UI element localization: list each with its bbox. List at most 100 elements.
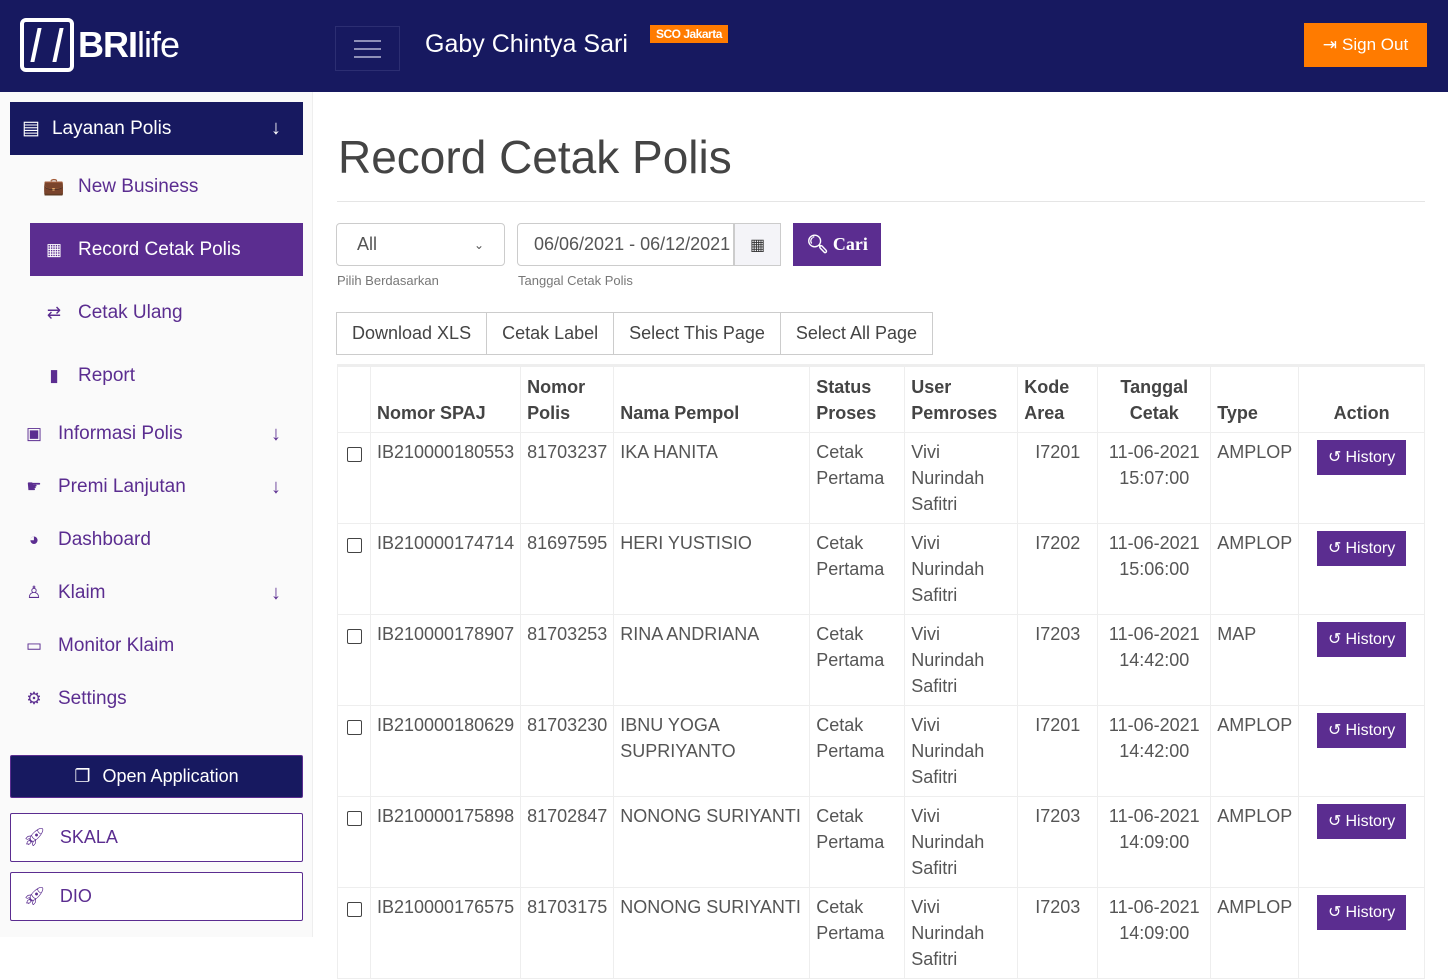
- sidebar-item-monitor-klaim[interactable]: ▭ Monitor Klaim: [20, 626, 174, 666]
- gauge-icon: ◕: [28, 530, 40, 549]
- top-header: BRIlife Gaby Chintya Sari SCO Jakarta ⇥ S…: [0, 0, 1448, 92]
- col-tanggal-cetak: Tanggal Cetak: [1097, 364, 1212, 433]
- row-select-cell: [337, 523, 371, 615]
- history-icon: ↺: [1328, 903, 1342, 921]
- sidebar-item-klaim[interactable]: ♙ Klaim ↓: [20, 573, 303, 613]
- history-icon: ↺: [1328, 448, 1342, 466]
- action-cell: ↺ History: [1298, 614, 1425, 706]
- row-checkbox[interactable]: [347, 720, 362, 735]
- brilife-logo[interactable]: BRIlife: [20, 18, 180, 72]
- row-checkbox[interactable]: [347, 538, 362, 553]
- chevron-down-icon: ⌄: [473, 237, 484, 252]
- sidebar-item-dashboard[interactable]: ◕ Dashboard: [20, 520, 151, 560]
- warehouse-icon: ▤: [22, 118, 40, 139]
- tanggal-cetak: 11-06-2021 14:09:00: [1097, 887, 1212, 979]
- nama-pempol: RINA ANDRIANA: [613, 614, 811, 706]
- row-checkbox[interactable]: [347, 629, 362, 644]
- arrow-down-icon: ↓: [271, 475, 281, 498]
- col-nomor-polis: Nomor Polis: [520, 364, 615, 433]
- col-kode-area: Kode Area: [1017, 364, 1099, 433]
- kode-area: I7203: [1017, 614, 1099, 706]
- users-cog-icon: ⚙: [26, 689, 42, 708]
- col-type: Type: [1210, 364, 1300, 433]
- nama-pempol: NONONG SURIYANTI: [613, 796, 811, 888]
- dio-link[interactable]: 🚀︎ DIO: [10, 872, 303, 921]
- table-row: IB210000180553 81703237 IKA HANITA Cetak…: [337, 432, 1425, 524]
- history-button[interactable]: ↺ History: [1317, 804, 1407, 839]
- col-nama-pempol: Nama Pempol: [613, 364, 811, 433]
- book-icon: ▮: [49, 366, 59, 385]
- skala-link[interactable]: 🚀︎ SKALA: [10, 813, 303, 862]
- type: AMPLOP: [1210, 523, 1300, 615]
- calendar-icon[interactable]: ▦: [734, 223, 781, 266]
- kode-area: I7201: [1017, 705, 1099, 797]
- record-table: Nomor SPAJ Nomor Polis Nama Pempol Statu…: [337, 364, 1425, 979]
- type: AMPLOP: [1210, 432, 1300, 524]
- sidebar-item-premi-lanjutan[interactable]: ☛ Premi Lanjutan ↓: [20, 467, 303, 507]
- filter-select[interactable]: All ⌄: [336, 223, 505, 266]
- arrow-down-icon: ↓: [271, 422, 281, 445]
- user-pemroses: Vivi Nurindah Safitri: [904, 614, 1019, 706]
- select-this-page-button[interactable]: Select This Page: [613, 312, 781, 355]
- sidebar-item-cetak-ulang[interactable]: ⇄ Cetak Ulang: [40, 293, 183, 333]
- table-row: IB210000174714 81697595 HERI YUSTISIO Ce…: [337, 523, 1425, 615]
- kode-area: I7203: [1017, 796, 1099, 888]
- history-icon: ↺: [1328, 539, 1342, 557]
- status-proses: Cetak Pertama: [809, 523, 906, 615]
- type: AMPLOP: [1210, 796, 1300, 888]
- open-application-button[interactable]: ❐ Open Application: [10, 755, 303, 798]
- arrow-down-icon: ↓: [271, 581, 281, 604]
- user-pemroses: Vivi Nurindah Safitri: [904, 432, 1019, 524]
- search-icon: 🔍︎: [806, 234, 829, 254]
- sidebar-item-report[interactable]: ▮ Report: [40, 356, 135, 396]
- table-row: IB210000176575 81703175 NONONG SURIYANTI…: [337, 887, 1425, 979]
- nama-pempol: NONONG SURIYANTI: [613, 887, 811, 979]
- desktop-icon: ▭: [25, 636, 43, 655]
- sidebar-item-new-business[interactable]: 💼 New Business: [40, 167, 198, 207]
- type: MAP: [1210, 614, 1300, 706]
- user-pemroses: Vivi Nurindah Safitri: [904, 705, 1019, 797]
- sidebar-item-informasi-polis[interactable]: ▣ Informasi Polis ↓: [20, 414, 303, 454]
- history-button[interactable]: ↺ History: [1317, 895, 1407, 930]
- kode-area: I7202: [1017, 523, 1099, 615]
- user-pemroses: Vivi Nurindah Safitri: [904, 796, 1019, 888]
- action-cell: ↺ History: [1298, 705, 1425, 797]
- nomor-spaj: IB210000175898: [369, 796, 522, 888]
- nomor-polis: 81703230: [520, 705, 615, 797]
- history-icon: ↺: [1328, 630, 1342, 648]
- col-user-pemroses: User Pemroses: [904, 364, 1019, 433]
- arrow-down-icon: ↓: [271, 117, 281, 139]
- kode-area: I7203: [1017, 887, 1099, 979]
- nama-pempol: IKA HANITA: [613, 432, 811, 524]
- date-range-input[interactable]: 06/06/2021 - 06/12/2021: [517, 223, 734, 266]
- history-button[interactable]: ↺ History: [1317, 440, 1407, 475]
- cetak-label-button[interactable]: Cetak Label: [486, 312, 615, 355]
- nomor-spaj: IB210000174714: [369, 523, 522, 615]
- nomor-polis: 81703253: [520, 614, 615, 706]
- sign-out-button[interactable]: ⇥ Sign Out: [1304, 23, 1427, 67]
- row-checkbox[interactable]: [347, 811, 362, 826]
- tanggal-cetak: 11-06-2021 14:42:00: [1097, 614, 1212, 706]
- action-cell: ↺ History: [1298, 432, 1425, 524]
- sidebar-item-record-cetak-polis[interactable]: ▦ Record Cetak Polis: [30, 223, 303, 276]
- sidebar-item-settings[interactable]: ⚙ Settings: [20, 679, 126, 719]
- nomor-spaj: IB210000180553: [369, 432, 522, 524]
- history-button[interactable]: ↺ History: [1317, 531, 1407, 566]
- select-hint: Pilih Berdasarkan: [337, 273, 439, 288]
- sidebar: ▤ Layanan Polis ↓ 💼 New Business ▦ Record Ce…: [0, 92, 313, 937]
- tanggal-cetak: 11-06-2021 15:06:00: [1097, 523, 1212, 615]
- menu-toggle-button[interactable]: [335, 26, 400, 71]
- select-all-page-button[interactable]: Select All Page: [779, 312, 933, 355]
- row-select-cell: [337, 432, 371, 524]
- sidebar-section-layanan-polis[interactable]: ▤ Layanan Polis ↓: [10, 102, 303, 155]
- row-checkbox[interactable]: [347, 902, 362, 917]
- history-button[interactable]: ↺ History: [1317, 622, 1407, 657]
- table-row: IB210000180629 81703230 IBNU YOGA SUPRIY…: [337, 705, 1425, 797]
- user-doctor-icon: ♙: [26, 583, 42, 602]
- download-xls-button[interactable]: Download XLS: [336, 312, 488, 355]
- status-proses: Cetak Pertama: [809, 614, 906, 706]
- search-button[interactable]: 🔍︎ Cari: [793, 223, 881, 266]
- row-checkbox[interactable]: [347, 447, 362, 462]
- history-icon: ↺: [1328, 721, 1342, 739]
- history-button[interactable]: ↺ History: [1317, 713, 1407, 748]
